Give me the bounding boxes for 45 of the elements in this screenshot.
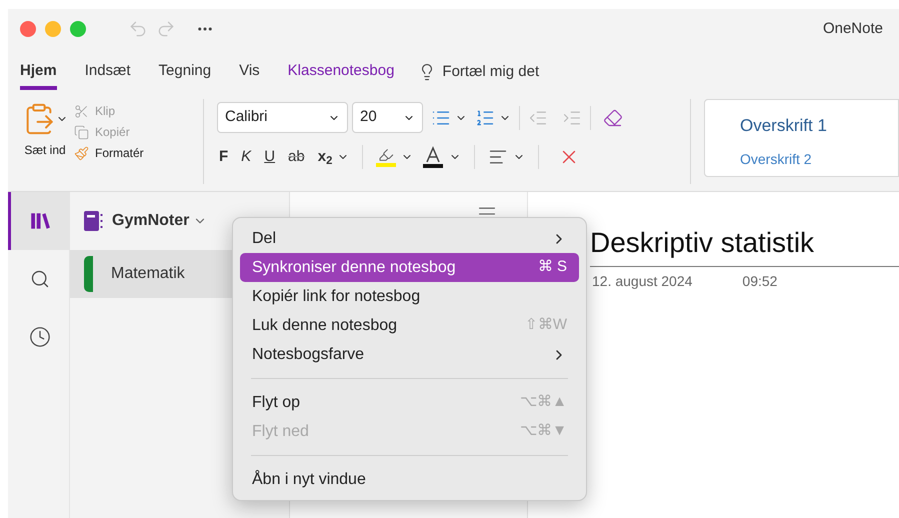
notebook-icon xyxy=(82,210,104,232)
shortcut-label: ⇧⌘W xyxy=(524,315,567,336)
menu-item[interactable]: Synkroniser denne notesbog ⌘ S xyxy=(240,253,579,282)
copy-icon xyxy=(74,124,89,140)
menu-item[interactable]: Flyt op ⌥⌘▲ xyxy=(240,388,579,417)
ribbon-tab[interactable]: Hjem xyxy=(20,54,57,90)
shortcut-label: ⌥⌘▼ xyxy=(520,421,567,442)
font-dropdown[interactable]: Calibri xyxy=(217,102,348,133)
subscript-button[interactable]: x$_{2}$ xyxy=(316,146,334,168)
font-size-dropdown[interactable]: 20 xyxy=(352,102,423,133)
ribbon-tab[interactable]: Vis xyxy=(239,54,260,90)
heading-style[interactable]: Overskrift 2 xyxy=(740,148,898,170)
clipboard-label: Formatér xyxy=(95,145,144,162)
ribbon-tab[interactable]: Indsæt xyxy=(84,54,131,90)
menu-item[interactable]: Del xyxy=(240,224,579,253)
notebook-dropdown[interactable]: GymNoter xyxy=(112,209,208,233)
highlighter-icon[interactable] xyxy=(376,147,396,167)
font-color-icon[interactable] xyxy=(422,145,444,169)
page-date: 12. august 2024 xyxy=(592,272,692,291)
search-icon xyxy=(30,269,50,289)
ribbon-tab[interactable]: Klassenotesbog xyxy=(288,54,394,90)
paintbrush-icon xyxy=(74,146,89,160)
window-title: OneNote xyxy=(822,18,884,39)
shortcut-label: ⌥⌘▲ xyxy=(520,392,567,412)
italic-button[interactable]: K xyxy=(239,146,254,168)
underline-button[interactable]: U xyxy=(262,146,278,168)
ribbon-tab[interactable]: Tegning xyxy=(158,54,212,90)
close-button[interactable] xyxy=(20,21,36,37)
numbered-list-icon[interactable] xyxy=(475,108,495,128)
clipboard-label: Klip xyxy=(95,103,116,120)
shortcut-label: ⌘ S xyxy=(538,257,567,278)
tell-me-button[interactable]: Fortæl mig det xyxy=(442,60,540,84)
clock-icon xyxy=(29,326,51,348)
page-title: Deskriptiv statistik xyxy=(590,222,899,267)
bold-button[interactable]: F xyxy=(217,146,230,168)
clipboard-label: Kopiér xyxy=(95,124,130,141)
paste-label[interactable]: Sæt ind xyxy=(24,141,66,159)
scissors-icon xyxy=(74,104,89,118)
page-time: 09:52 xyxy=(742,272,778,291)
menu-item[interactable]: Åbn i nyt vindue xyxy=(240,465,579,494)
menu-item[interactable]: Luk denne notesbog ⇧⌘W xyxy=(240,311,579,340)
heading-style[interactable]: Overskrift 1 xyxy=(740,113,898,138)
notebooks-rail-button[interactable] xyxy=(8,192,69,250)
menu-item[interactable]: Notesbogsfarve xyxy=(240,340,579,369)
format-button[interactable]: Formatér xyxy=(74,144,144,162)
